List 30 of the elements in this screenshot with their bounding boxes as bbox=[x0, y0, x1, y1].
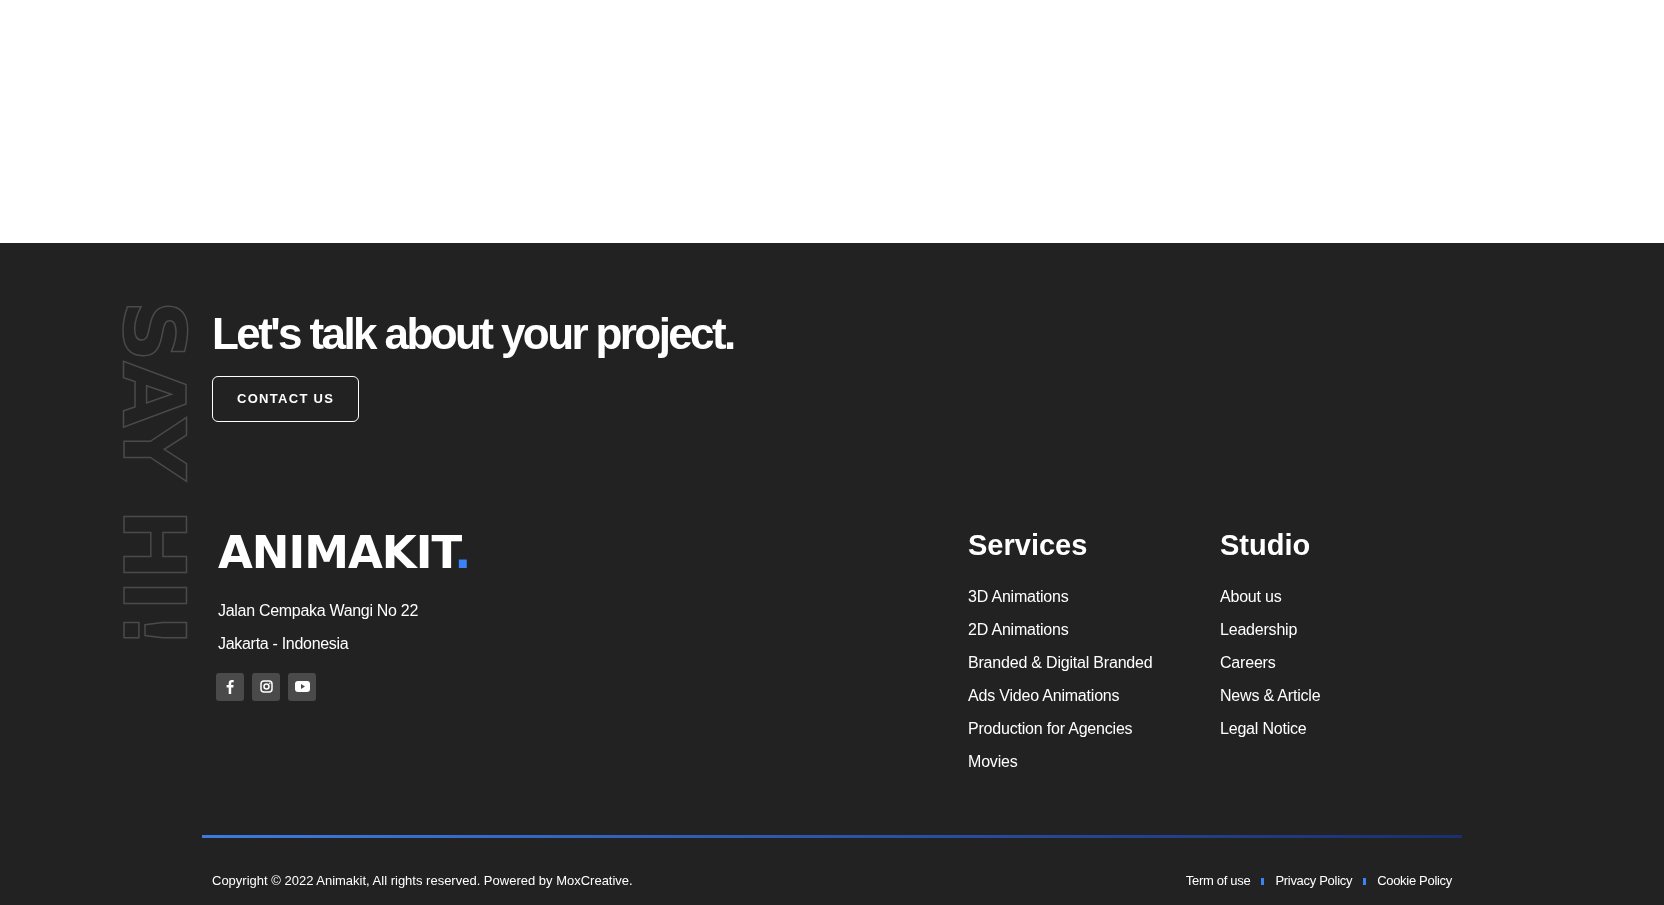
instagram-button[interactable] bbox=[252, 672, 280, 701]
separator-mark bbox=[1261, 877, 1265, 885]
instagram-icon bbox=[259, 680, 273, 694]
youtube-icon bbox=[294, 681, 310, 693]
menu-link[interactable]: About us bbox=[1220, 587, 1282, 607]
menu-link[interactable]: 2D Animations bbox=[968, 620, 1069, 640]
legal-link[interactable]: Term of use bbox=[1185, 871, 1251, 891]
menu-link[interactable]: Careers bbox=[1220, 653, 1276, 673]
youtube-button[interactable] bbox=[288, 672, 316, 701]
menu-link[interactable]: Leadership bbox=[1220, 620, 1298, 640]
facebook-icon bbox=[226, 679, 234, 694]
menu-link[interactable]: Ads Video Animations bbox=[968, 686, 1120, 706]
facebook-button[interactable] bbox=[216, 672, 244, 701]
menu-link[interactable]: Production for Agencies bbox=[968, 719, 1133, 739]
address-line: Jalan Cempaka Wangi No 22 bbox=[218, 600, 419, 620]
logo: ANIMAKIT. bbox=[218, 529, 471, 575]
menu-link[interactable]: Branded & Digital Branded bbox=[968, 653, 1153, 673]
legal-link[interactable]: Privacy Policy bbox=[1275, 871, 1353, 891]
menu-heading: Studio bbox=[1220, 529, 1311, 562]
menu-link[interactable]: News & Article bbox=[1220, 686, 1321, 706]
menu-link[interactable]: Legal Notice bbox=[1220, 719, 1307, 739]
separator-mark bbox=[1363, 877, 1367, 885]
address-line: Jakarta - Indonesia bbox=[218, 633, 349, 653]
menu-heading: Services bbox=[968, 529, 1088, 562]
contact-us-button[interactable]: CONTACT US bbox=[212, 375, 360, 422]
copyright-text: Copyright © 2022 Animakit, All rights reserved. Powered by MoxCreative. bbox=[212, 872, 633, 891]
legal-link[interactable]: Cookie Policy bbox=[1377, 871, 1452, 891]
headline: Let's talk about your project. bbox=[212, 309, 734, 360]
menu-link[interactable]: Movies bbox=[968, 752, 1018, 772]
menu-link[interactable]: 3D Animations bbox=[968, 587, 1069, 607]
